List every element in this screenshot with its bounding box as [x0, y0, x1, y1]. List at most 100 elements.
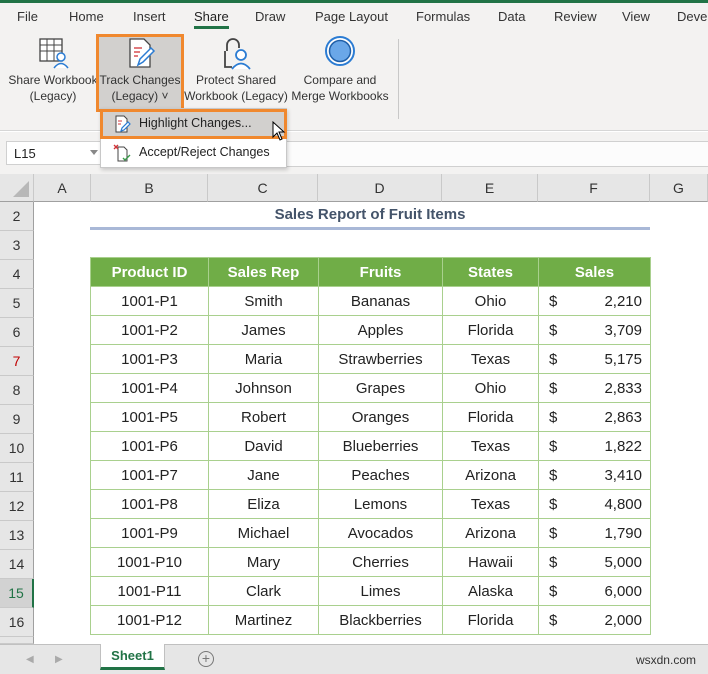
row-header-12[interactable]: 12 [0, 492, 34, 521]
header-states[interactable]: States [442, 257, 539, 287]
name-box[interactable]: L15 [6, 141, 102, 165]
header-fruits[interactable]: Fruits [318, 257, 443, 287]
cell-fruit[interactable]: Apples [318, 315, 443, 345]
compare-merge-workbooks-button[interactable]: Compare and Merge Workbooks [290, 36, 390, 110]
cell-sales[interactable]: $6,000 [538, 576, 651, 606]
cell-fruit[interactable]: Strawberries [318, 344, 443, 374]
cell-fruit[interactable]: Blackberries [318, 605, 443, 635]
cell-product-id[interactable]: 1001-P5 [90, 402, 209, 432]
row-header-17[interactable] [0, 637, 34, 644]
row-header-7[interactable]: 7 [0, 347, 34, 376]
tab-home[interactable]: Home [69, 9, 104, 24]
cell-fruit[interactable]: Cherries [318, 547, 443, 577]
row-header-13[interactable]: 13 [0, 521, 34, 550]
cell-fruit[interactable]: Blueberries [318, 431, 443, 461]
tab-review[interactable]: Review [554, 9, 597, 24]
cell-sales-rep[interactable]: Johnson [208, 373, 319, 403]
cell-state[interactable]: Texas [442, 344, 539, 374]
cell-state[interactable]: Ohio [442, 373, 539, 403]
cell-sales-rep[interactable]: Jane [208, 460, 319, 490]
add-sheet-icon[interactable]: + [198, 651, 214, 667]
column-header-d[interactable]: D [318, 174, 442, 202]
cell-product-id[interactable]: 1001-P4 [90, 373, 209, 403]
menu-item-accept-reject-changes[interactable]: Accept/Reject Changes [101, 139, 286, 167]
tab-page-layout[interactable]: Page Layout [315, 9, 388, 24]
cell-sales-rep[interactable]: Martinez [208, 605, 319, 635]
cell-product-id[interactable]: 1001-P12 [90, 605, 209, 635]
cell-product-id[interactable]: 1001-P2 [90, 315, 209, 345]
row-header-10[interactable]: 10 [0, 434, 34, 463]
tab-insert[interactable]: Insert [133, 9, 166, 24]
cell-sales[interactable]: $5,000 [538, 547, 651, 577]
cell-sales[interactable]: $1,822 [538, 431, 651, 461]
cell-sales[interactable]: $5,175 [538, 344, 651, 374]
row-header-8[interactable]: 8 [0, 376, 34, 405]
column-header-a[interactable]: A [34, 174, 91, 202]
cell-sales-rep[interactable]: James [208, 315, 319, 345]
sheet-tab-sheet1[interactable]: Sheet1 [100, 644, 165, 670]
column-header-e[interactable]: E [442, 174, 538, 202]
cell-sales[interactable]: $4,800 [538, 489, 651, 519]
cell-sales[interactable]: $2,863 [538, 402, 651, 432]
cell-state[interactable]: Texas [442, 489, 539, 519]
row-header-9[interactable]: 9 [0, 405, 34, 434]
cell-sales-rep[interactable]: Mary [208, 547, 319, 577]
cell-product-id[interactable]: 1001-P10 [90, 547, 209, 577]
header-product-id[interactable]: Product ID [90, 257, 209, 287]
cell-sales[interactable]: $2,000 [538, 605, 651, 635]
tab-file[interactable]: File [17, 9, 38, 24]
cell-fruit[interactable]: Bananas [318, 286, 443, 316]
cell-sales-rep[interactable]: Michael [208, 518, 319, 548]
cell-fruit[interactable]: Oranges [318, 402, 443, 432]
cell-state[interactable]: Arizona [442, 460, 539, 490]
column-header-b[interactable]: B [91, 174, 208, 202]
row-header-15[interactable]: 15 [0, 579, 34, 608]
row-header-3[interactable]: 3 [0, 231, 34, 260]
tab-formulas[interactable]: Formulas [416, 9, 470, 24]
tab-view[interactable]: View [622, 9, 650, 24]
name-box-dropdown-icon[interactable] [90, 150, 98, 155]
cell-sales-rep[interactable]: Smith [208, 286, 319, 316]
cell-sales[interactable]: $1,790 [538, 518, 651, 548]
cell-sales-rep[interactable]: Maria [208, 344, 319, 374]
scroll-right-icon[interactable]: ▶ [55, 654, 63, 665]
menu-item-highlight-changes[interactable]: Highlight Changes... [100, 109, 287, 139]
tab-data[interactable]: Data [498, 9, 525, 24]
cell-fruit[interactable]: Peaches [318, 460, 443, 490]
cell-sales[interactable]: $3,410 [538, 460, 651, 490]
row-header-16[interactable]: 16 [0, 608, 34, 637]
cell-fruit[interactable]: Lemons [318, 489, 443, 519]
cell-state[interactable]: Florida [442, 315, 539, 345]
cell-product-id[interactable]: 1001-P7 [90, 460, 209, 490]
cell-sales-rep[interactable]: Robert [208, 402, 319, 432]
column-header-f[interactable]: F [538, 174, 650, 202]
cell-state[interactable]: Ohio [442, 286, 539, 316]
cell-state[interactable]: Florida [442, 402, 539, 432]
cell-state[interactable]: Texas [442, 431, 539, 461]
formula-input[interactable] [286, 141, 708, 167]
cell-state[interactable]: Hawaii [442, 547, 539, 577]
cell-fruit[interactable]: Avocados [318, 518, 443, 548]
select-all-button[interactable] [0, 174, 34, 202]
scroll-left-icon[interactable]: ◀ [26, 654, 34, 665]
row-header-5[interactable]: 5 [0, 289, 34, 318]
share-workbook-button[interactable]: Share Workbook (Legacy) [8, 36, 98, 110]
cell-product-id[interactable]: 1001-P11 [90, 576, 209, 606]
row-header-2[interactable]: 2 [0, 202, 34, 231]
cell-product-id[interactable]: 1001-P6 [90, 431, 209, 461]
tab-share[interactable]: Share [194, 9, 229, 29]
cell-fruit[interactable]: Limes [318, 576, 443, 606]
cell-sales-rep[interactable]: David [208, 431, 319, 461]
cell-fruit[interactable]: Grapes [318, 373, 443, 403]
row-header-4[interactable]: 4 [0, 260, 34, 289]
cell-product-id[interactable]: 1001-P3 [90, 344, 209, 374]
row-header-14[interactable]: 14 [0, 550, 34, 579]
header-sales[interactable]: Sales [538, 257, 651, 287]
header-sales-rep[interactable]: Sales Rep [208, 257, 319, 287]
cell-sales[interactable]: $2,210 [538, 286, 651, 316]
cell-sales-rep[interactable]: Clark [208, 576, 319, 606]
tab-draw[interactable]: Draw [255, 9, 285, 24]
cell-state[interactable]: Arizona [442, 518, 539, 548]
cell-state[interactable]: Alaska [442, 576, 539, 606]
protect-shared-workbook-button[interactable]: Protect Shared Workbook (Legacy) [184, 36, 288, 110]
